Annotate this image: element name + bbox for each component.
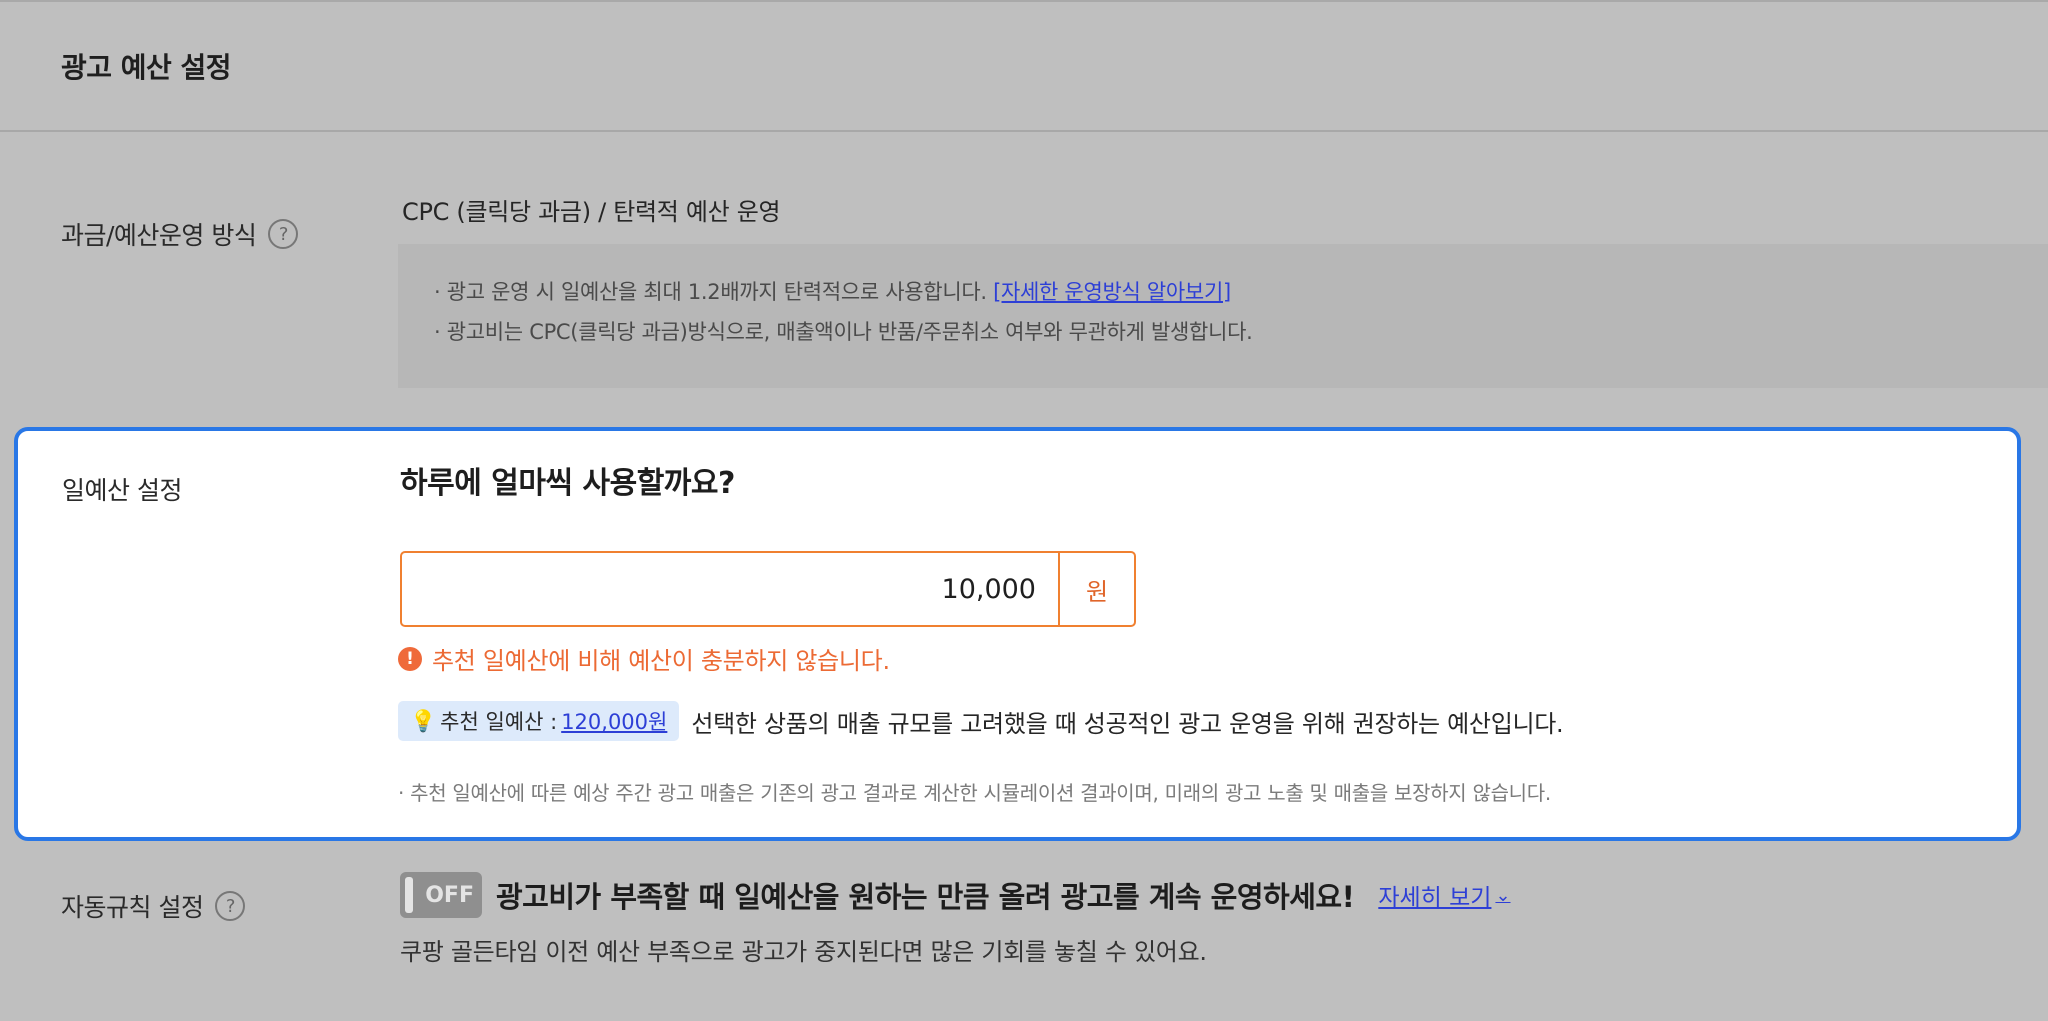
recommended-amount-link[interactable]: 120,000원 (561, 706, 667, 736)
section-header: 광고 예산 설정 (0, 2, 2048, 132)
budget-disclaimer: · 추천 일예산에 따른 예상 주간 광고 매출은 기존의 광고 결과로 계산한… (398, 781, 1551, 805)
warning-text: 추천 일예산에 비해 예산이 충분하지 않습니다. (432, 647, 890, 675)
auto-rule-headline: 광고비가 부족할 때 일예산을 원하는 만큼 올려 광고를 계속 운영하세요! (496, 880, 1355, 914)
budget-input-wrapper: 원 (400, 551, 1136, 627)
daily-budget-input[interactable] (402, 553, 1058, 625)
auto-rule-row: OFF 광고비가 부족할 때 일예산을 원하는 만큼 올려 광고를 계속 운영하… (400, 872, 1511, 918)
recommend-prefix: 추천 일예산 : (440, 710, 558, 734)
recommend-description: 선택한 상품의 매출 규모를 고려했을 때 성공적인 광고 운영을 위해 권장하… (691, 709, 1564, 738)
notice-text-1: · 광고 운영 시 일예산을 최대 1.2배까지 탄력적으로 사용합니다. (434, 280, 994, 304)
currency-unit: 원 (1058, 553, 1134, 625)
auto-rule-row-label: 자동규칙 설정 ? (61, 888, 246, 924)
auto-rule-toggle[interactable]: OFF (400, 872, 482, 918)
billing-notice-box: · 광고 운영 시 일예산을 최대 1.2배까지 탄력적으로 사용합니다. [자… (398, 244, 2048, 388)
billing-row-label: 과금/예산운영 방식 ? (61, 216, 299, 252)
see-details-label: 자세히 보기 (1378, 885, 1492, 911)
budget-question: 하루에 얼마씩 사용할까요? (400, 466, 735, 501)
chevron-down-icon: ⌄ (1495, 884, 1511, 906)
see-details-link[interactable]: 자세히 보기 ⌄ (1378, 878, 1510, 912)
notice-line-1: · 광고 운영 시 일예산을 최대 1.2배까지 탄력적으로 사용합니다. [자… (434, 276, 1231, 306)
daily-budget-card: 일예산 설정 하루에 얼마씩 사용할까요? 원 ! 추천 일예산에 비해 예산이… (14, 427, 2021, 841)
budget-warning: ! 추천 일예산에 비해 예산이 충분하지 않습니다. (398, 641, 890, 676)
page-title: 광고 예산 설정 (61, 51, 232, 84)
auto-rule-subtext: 쿠팡 골든타임 이전 예산 부족으로 광고가 중지된다면 많은 기회를 놓칠 수… (400, 938, 1207, 966)
billing-label: 과금/예산운영 방식 (61, 221, 257, 250)
billing-method-value: CPC (클릭당 과금) / 탄력적 예산 운영 (402, 198, 781, 226)
question-circle-icon[interactable]: ? (268, 219, 299, 249)
recommended-budget: 💡 추천 일예산 :120,000원 선택한 상품의 매출 규모를 고려했을 때… (398, 701, 1564, 741)
toggle-state: OFF (425, 882, 474, 908)
toggle-knob (405, 877, 413, 913)
notice-line-2: · 광고비는 CPC(클릭당 과금)방식으로, 매출액이나 반품/주문취소 여부… (434, 320, 1253, 344)
learn-more-link[interactable]: [자세한 운영방식 알아보기] (993, 280, 1231, 304)
question-circle-icon[interactable]: ? (215, 891, 246, 921)
alert-icon: ! (398, 646, 422, 671)
daily-budget-label: 일예산 설정 (62, 476, 182, 505)
recommended-budget-chip: 💡 추천 일예산 :120,000원 (398, 701, 680, 741)
auto-rule-label: 자동규칙 설정 (61, 893, 204, 922)
lightbulb-icon: 💡 (410, 708, 437, 733)
